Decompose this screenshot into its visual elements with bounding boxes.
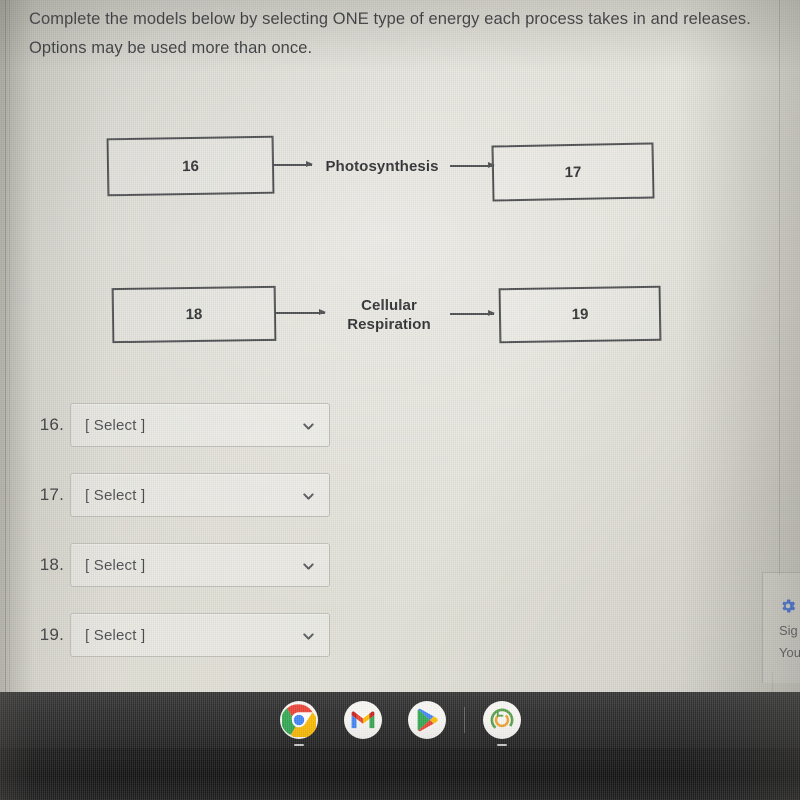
select-17[interactable]: [ Select ] bbox=[70, 473, 330, 517]
taskbar bbox=[0, 692, 800, 748]
taskbar-icons bbox=[0, 692, 800, 748]
answer-number-17: 17. bbox=[39, 485, 64, 504]
chrome-icon bbox=[279, 701, 318, 739]
taskbar-running-dot bbox=[293, 743, 304, 746]
answer-number-19: 19. bbox=[39, 625, 64, 644]
chevron-down-icon bbox=[303, 423, 314, 430]
clock-icon bbox=[482, 701, 521, 739]
select-17-value: [ Select ] bbox=[85, 486, 146, 504]
answer-row-18: 18. [ Select ] bbox=[28, 543, 330, 587]
select-19[interactable]: [ Select ] bbox=[70, 613, 330, 657]
gear-icon[interactable] bbox=[779, 597, 797, 615]
chevron-down-icon bbox=[303, 563, 314, 570]
answer-selects: 16. [ Select ] 17. [ Select ] 18. [ Sele… bbox=[0, 0, 800, 692]
answer-number-18: 18. bbox=[39, 555, 64, 574]
taskbar-item-clock[interactable] bbox=[482, 701, 521, 746]
taskbar-running-dot bbox=[496, 743, 507, 746]
side-panel: Sig You bbox=[762, 572, 800, 683]
taskbar-lower-bezel bbox=[0, 748, 800, 800]
select-18[interactable]: [ Select ] bbox=[70, 543, 330, 587]
chevron-down-icon bbox=[303, 633, 314, 640]
screenshot-root: Complete the models below by selecting O… bbox=[0, 0, 800, 800]
taskbar-item-play-store[interactable] bbox=[407, 701, 446, 739]
select-18-value: [ Select ] bbox=[85, 556, 146, 574]
answer-row-16: 16. [ Select ] bbox=[28, 403, 330, 447]
taskbar-separator bbox=[463, 707, 465, 733]
answer-row-17: 17. [ Select ] bbox=[28, 473, 330, 517]
chevron-down-icon bbox=[303, 493, 314, 500]
select-16[interactable]: [ Select ] bbox=[70, 403, 330, 447]
taskbar-item-gmail[interactable] bbox=[343, 701, 382, 739]
play-store-icon bbox=[407, 701, 446, 739]
taskbar-item-chrome[interactable] bbox=[279, 701, 318, 746]
answer-number-16: 16. bbox=[39, 415, 64, 434]
gmail-icon bbox=[343, 701, 382, 739]
side-panel-line-1: Sig bbox=[779, 623, 798, 638]
answer-row-19: 19. [ Select ] bbox=[28, 613, 330, 657]
select-16-value: [ Select ] bbox=[85, 416, 146, 434]
side-panel-line-2: You bbox=[779, 645, 800, 660]
select-19-value: [ Select ] bbox=[85, 626, 146, 644]
